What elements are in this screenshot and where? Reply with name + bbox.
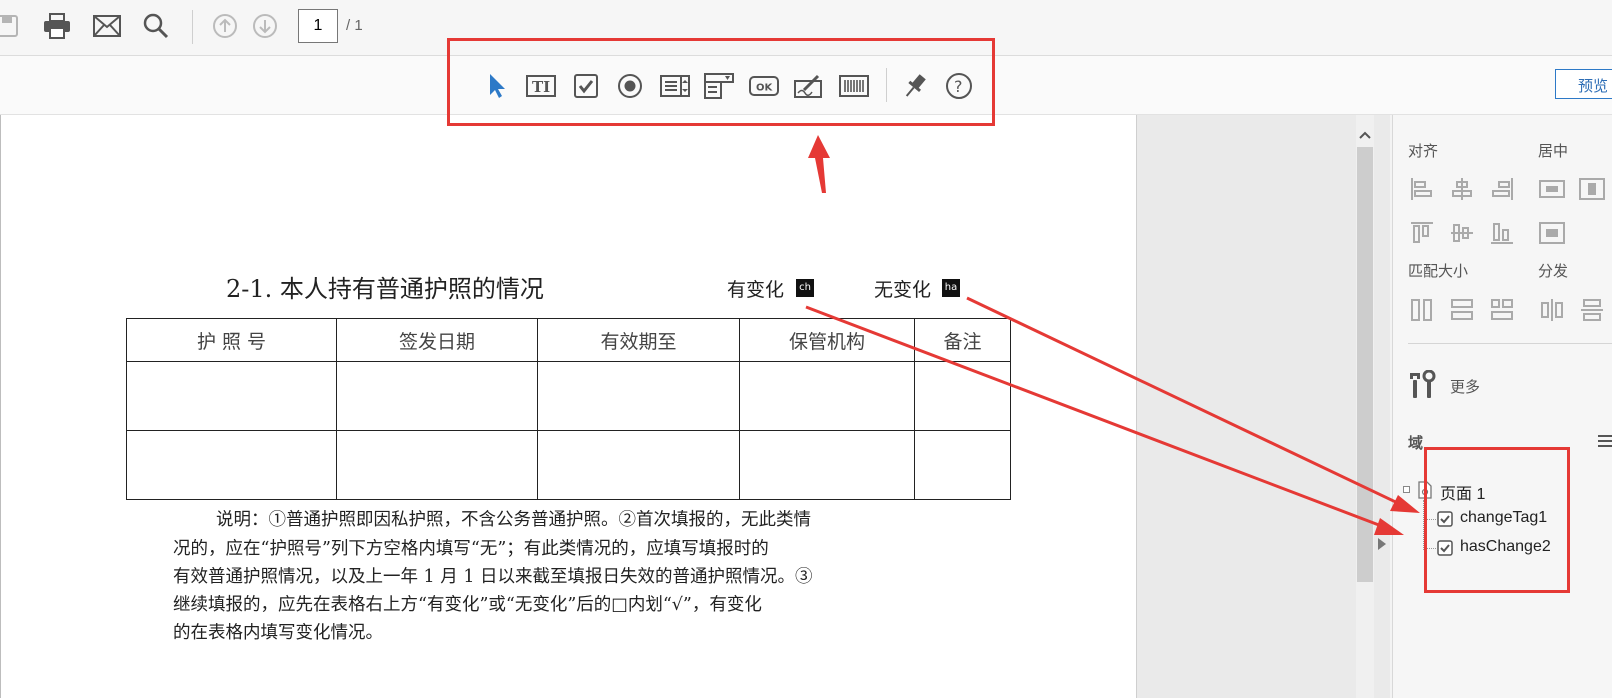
section-heading: 2-1. 本人持有普通护照的情况 [226, 275, 544, 303]
fields-menu-icon[interactable] [1598, 433, 1612, 449]
table-header: 保管机构 [739, 318, 915, 362]
print-icon[interactable] [42, 11, 72, 41]
match-both-icon[interactable] [1489, 297, 1515, 323]
email-icon[interactable] [92, 11, 122, 41]
scrollbar-thumb[interactable] [1357, 147, 1373, 582]
align-right-icon[interactable] [1489, 176, 1515, 202]
properties-panel [1392, 115, 1612, 698]
change-tag-checkbox-field[interactable]: ch [796, 279, 814, 297]
passport-table: 护 照 号 签发日期 有效期至 保管机构 备注 [126, 318, 1011, 500]
tools-icon[interactable] [1408, 370, 1438, 400]
table-cell [336, 430, 538, 500]
scroll-up-icon[interactable] [1358, 125, 1372, 144]
table-header: 有效期至 [537, 318, 740, 362]
tree-collapse-toggle[interactable] [1403, 486, 1410, 493]
table-cell [537, 361, 740, 431]
toolbar-divider [192, 10, 193, 44]
align-bottom-icon[interactable] [1489, 220, 1515, 246]
note-line: 况的，应在“护照号”列下方空格内填写“无”；有此类情况的，应填写填报时的 [173, 539, 769, 559]
has-change-checkbox-field[interactable]: ha [942, 279, 960, 297]
align-left-icon[interactable] [1409, 176, 1435, 202]
page-down-icon[interactable] [250, 11, 280, 41]
has-change-label: 有变化 [727, 279, 785, 301]
align-center-horizontal-icon[interactable] [1449, 176, 1475, 202]
table-cell [739, 361, 915, 431]
center-both-icon[interactable] [1539, 220, 1565, 246]
table-cell [126, 361, 337, 431]
table-cell [914, 430, 1011, 500]
align-section-label: 对齐 [1408, 142, 1439, 160]
note-line: 有效普通护照情况，以及上一年 1 月 1 日以来截至填报日失效的普通护照情况。③ [173, 567, 813, 587]
more-label[interactable]: 更多 [1450, 376, 1480, 397]
align-middle-icon[interactable] [1449, 220, 1475, 246]
center-vertical-icon[interactable] [1579, 176, 1605, 202]
match-size-section-label: 匹配大小 [1408, 262, 1469, 280]
table-header: 护 照 号 [126, 318, 337, 362]
table-cell [537, 430, 740, 500]
match-width-icon[interactable] [1449, 297, 1475, 323]
center-horizontal-icon[interactable] [1539, 176, 1565, 202]
match-height-icon[interactable] [1409, 297, 1435, 323]
note-line: 继续填报的，应先在表格右上方“有变化”或“无变化”后的□内划“√”，有变化 [173, 595, 762, 615]
table-row [126, 361, 1011, 431]
note-line: 的在表格内填写变化情况。 [173, 623, 383, 643]
page-up-icon[interactable] [210, 11, 240, 41]
preview-button[interactable]: 预览 [1555, 69, 1612, 99]
distribute-horizontal-icon[interactable] [1539, 297, 1565, 323]
table-cell [336, 361, 538, 431]
panel-divider [1408, 343, 1612, 344]
table-cell [914, 361, 1011, 431]
center-section-label: 居中 [1538, 142, 1569, 160]
fields-section-label: 域 [1408, 434, 1424, 452]
table-row [126, 430, 1011, 500]
save-icon[interactable] [0, 11, 22, 41]
annotation-highlight-box [1424, 447, 1570, 593]
table-header-row: 护 照 号 签发日期 有效期至 保管机构 备注 [126, 318, 1011, 362]
table-cell [739, 430, 915, 500]
annotation-highlight-box [447, 38, 995, 126]
note-line: 说明：①普通护照即因私护照，不含公务普通护照。②首次填报的，无此类情 [216, 510, 811, 530]
align-top-icon[interactable] [1409, 220, 1435, 246]
distribute-vertical-icon[interactable] [1579, 297, 1605, 323]
page-number-input[interactable] [298, 9, 338, 43]
distribute-section-label: 分发 [1538, 262, 1569, 280]
page-total: / 1 [346, 17, 363, 34]
panel-expand-icon[interactable] [1377, 536, 1387, 555]
table-header: 备注 [914, 318, 1011, 362]
no-change-label: 无变化 [874, 279, 932, 301]
table-cell [126, 430, 337, 500]
search-icon[interactable] [141, 11, 171, 41]
table-header: 签发日期 [336, 318, 538, 362]
